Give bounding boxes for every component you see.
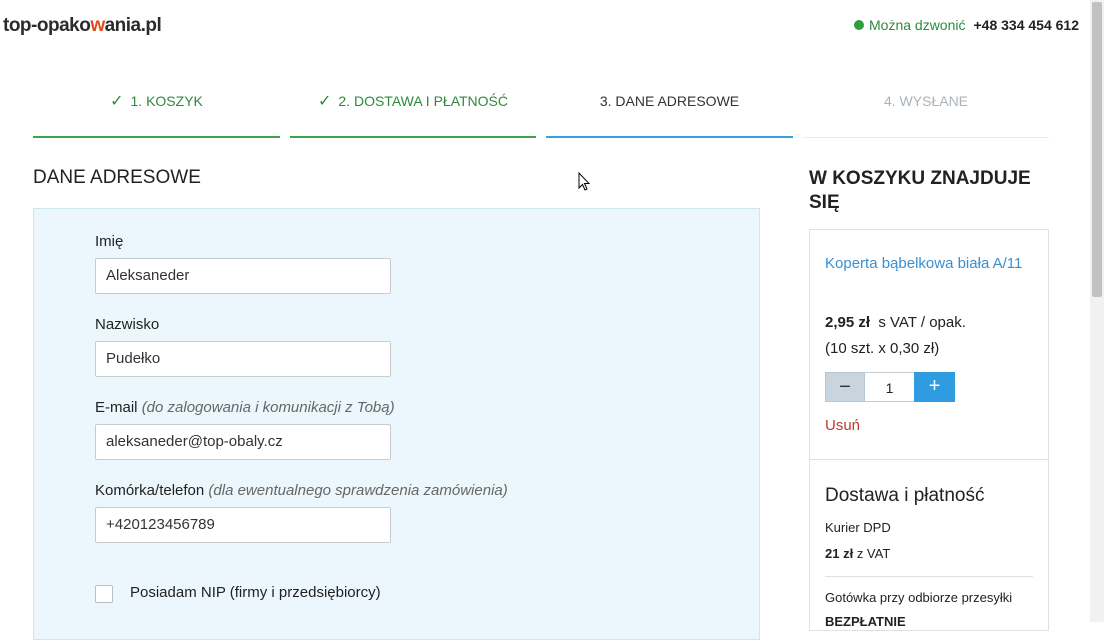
remove-item-link[interactable]: Usuń bbox=[825, 417, 860, 434]
first-name-label: Imię bbox=[95, 233, 124, 250]
first-name-field[interactable]: Aleksaneder bbox=[95, 258, 391, 294]
phone-label: Komórka/telefon (dla ewentualnego sprawd… bbox=[95, 482, 508, 499]
checkout-steps: ✓ 1. KOSZYK ✓ 2. DOSTAWA I PŁATNOŚĆ 3. DAN… bbox=[33, 86, 1049, 138]
step-label: 2. DOSTAWA I PŁATNOŚĆ bbox=[338, 93, 508, 109]
step-sent: 4. WYSŁANE bbox=[803, 86, 1049, 138]
shipping-price: 21 zł z VAT bbox=[825, 546, 890, 561]
step-address: 3. DANE ADRESOWE bbox=[546, 86, 793, 138]
email-label-text: E-mail bbox=[95, 399, 138, 416]
step-progress-bar bbox=[33, 136, 280, 138]
checkmark-icon: ✓ bbox=[318, 93, 332, 110]
product-name-link[interactable]: Koperta bąbelkowa biała A/11 bbox=[825, 251, 1025, 277]
last-name-label: Nazwisko bbox=[95, 316, 160, 333]
step-label: 4. WYSŁANE bbox=[883, 93, 969, 109]
phone-field[interactable]: +420123456789 bbox=[95, 507, 391, 543]
courier-name: Kurier DPD bbox=[825, 520, 891, 535]
decrease-quantity-button[interactable]: − bbox=[825, 372, 865, 402]
step-cart[interactable]: ✓ 1. KOSZYK bbox=[33, 86, 280, 138]
address-form: Imię Aleksaneder Nazwisko Pudełko E-mail… bbox=[33, 208, 760, 640]
shipping-price-value: 21 zł bbox=[825, 546, 854, 561]
email-label: E-mail (do zalogowania i komunikacji z T… bbox=[95, 399, 395, 416]
address-section-title: DANE ADRESOWE bbox=[33, 167, 201, 188]
step-progress-bar bbox=[546, 136, 793, 138]
online-status-icon bbox=[854, 20, 864, 30]
logo-text-start: top-opako bbox=[3, 15, 91, 36]
phone-hint: (dla ewentualnego sprawdzenia zamówienia… bbox=[208, 482, 508, 499]
contact-info: Można dzwonić +48 334 454 612 bbox=[854, 17, 1079, 33]
divider bbox=[825, 576, 1033, 577]
mouse-cursor-icon bbox=[578, 172, 590, 191]
step-delivery-payment[interactable]: ✓ 2. DOSTAWA I PŁATNOŚĆ bbox=[290, 86, 536, 138]
payment-method: Gotówka przy odbiorze przesyłki bbox=[825, 590, 1013, 605]
quantity-stepper: − 1 + bbox=[825, 372, 955, 402]
step-label: 3. DANE ADRESOWE bbox=[599, 93, 740, 109]
step-progress-bar bbox=[803, 137, 1049, 138]
increase-quantity-button[interactable]: + bbox=[914, 372, 955, 402]
shipping-title: Dostawa i płatność bbox=[825, 485, 985, 506]
logo-text-end: ania.pl bbox=[104, 15, 162, 36]
last-name-field[interactable]: Pudełko bbox=[95, 341, 391, 377]
email-field[interactable]: aleksaneder@top-obaly.cz bbox=[95, 424, 391, 460]
divider bbox=[810, 459, 1048, 460]
cart-section-title: W KOSZYKU ZNAJDUJE SIĘ bbox=[809, 168, 1031, 213]
product-price: 2,95 zł s VAT / opak. bbox=[825, 314, 966, 331]
product-price-value: 2,95 zł bbox=[825, 314, 871, 331]
phone-number[interactable]: +48 334 454 612 bbox=[974, 17, 1080, 33]
logo-text-w: w bbox=[90, 15, 105, 36]
logo[interactable]: top-opakowania.pl bbox=[3, 15, 162, 37]
page-scrollbar[interactable] bbox=[1090, 0, 1104, 622]
nip-checkbox[interactable] bbox=[95, 585, 113, 603]
nip-checkbox-label[interactable]: Posiadam NIP (firmy i przedsiębiorcy) bbox=[130, 584, 381, 601]
quantity-input[interactable]: 1 bbox=[865, 372, 914, 402]
email-hint: (do zalogowania i komunikacji z Tobą) bbox=[141, 399, 395, 416]
step-progress-bar bbox=[290, 136, 536, 138]
phone-label-text: Komórka/telefon bbox=[95, 482, 205, 499]
cart-summary: Koperta bąbelkowa biała A/11 2,95 zł s V… bbox=[809, 229, 1049, 631]
product-price-suffix: s VAT / opak. bbox=[878, 314, 966, 331]
step-label: 1. KOSZYK bbox=[130, 93, 203, 109]
checkmark-icon: ✓ bbox=[110, 93, 124, 110]
scrollbar-thumb[interactable] bbox=[1092, 2, 1102, 297]
shipping-price-suffix: z VAT bbox=[856, 546, 891, 561]
call-status-label: Można dzwonić bbox=[869, 17, 966, 33]
product-unit-info: (10 szt. x 0,30 zł) bbox=[825, 340, 940, 357]
